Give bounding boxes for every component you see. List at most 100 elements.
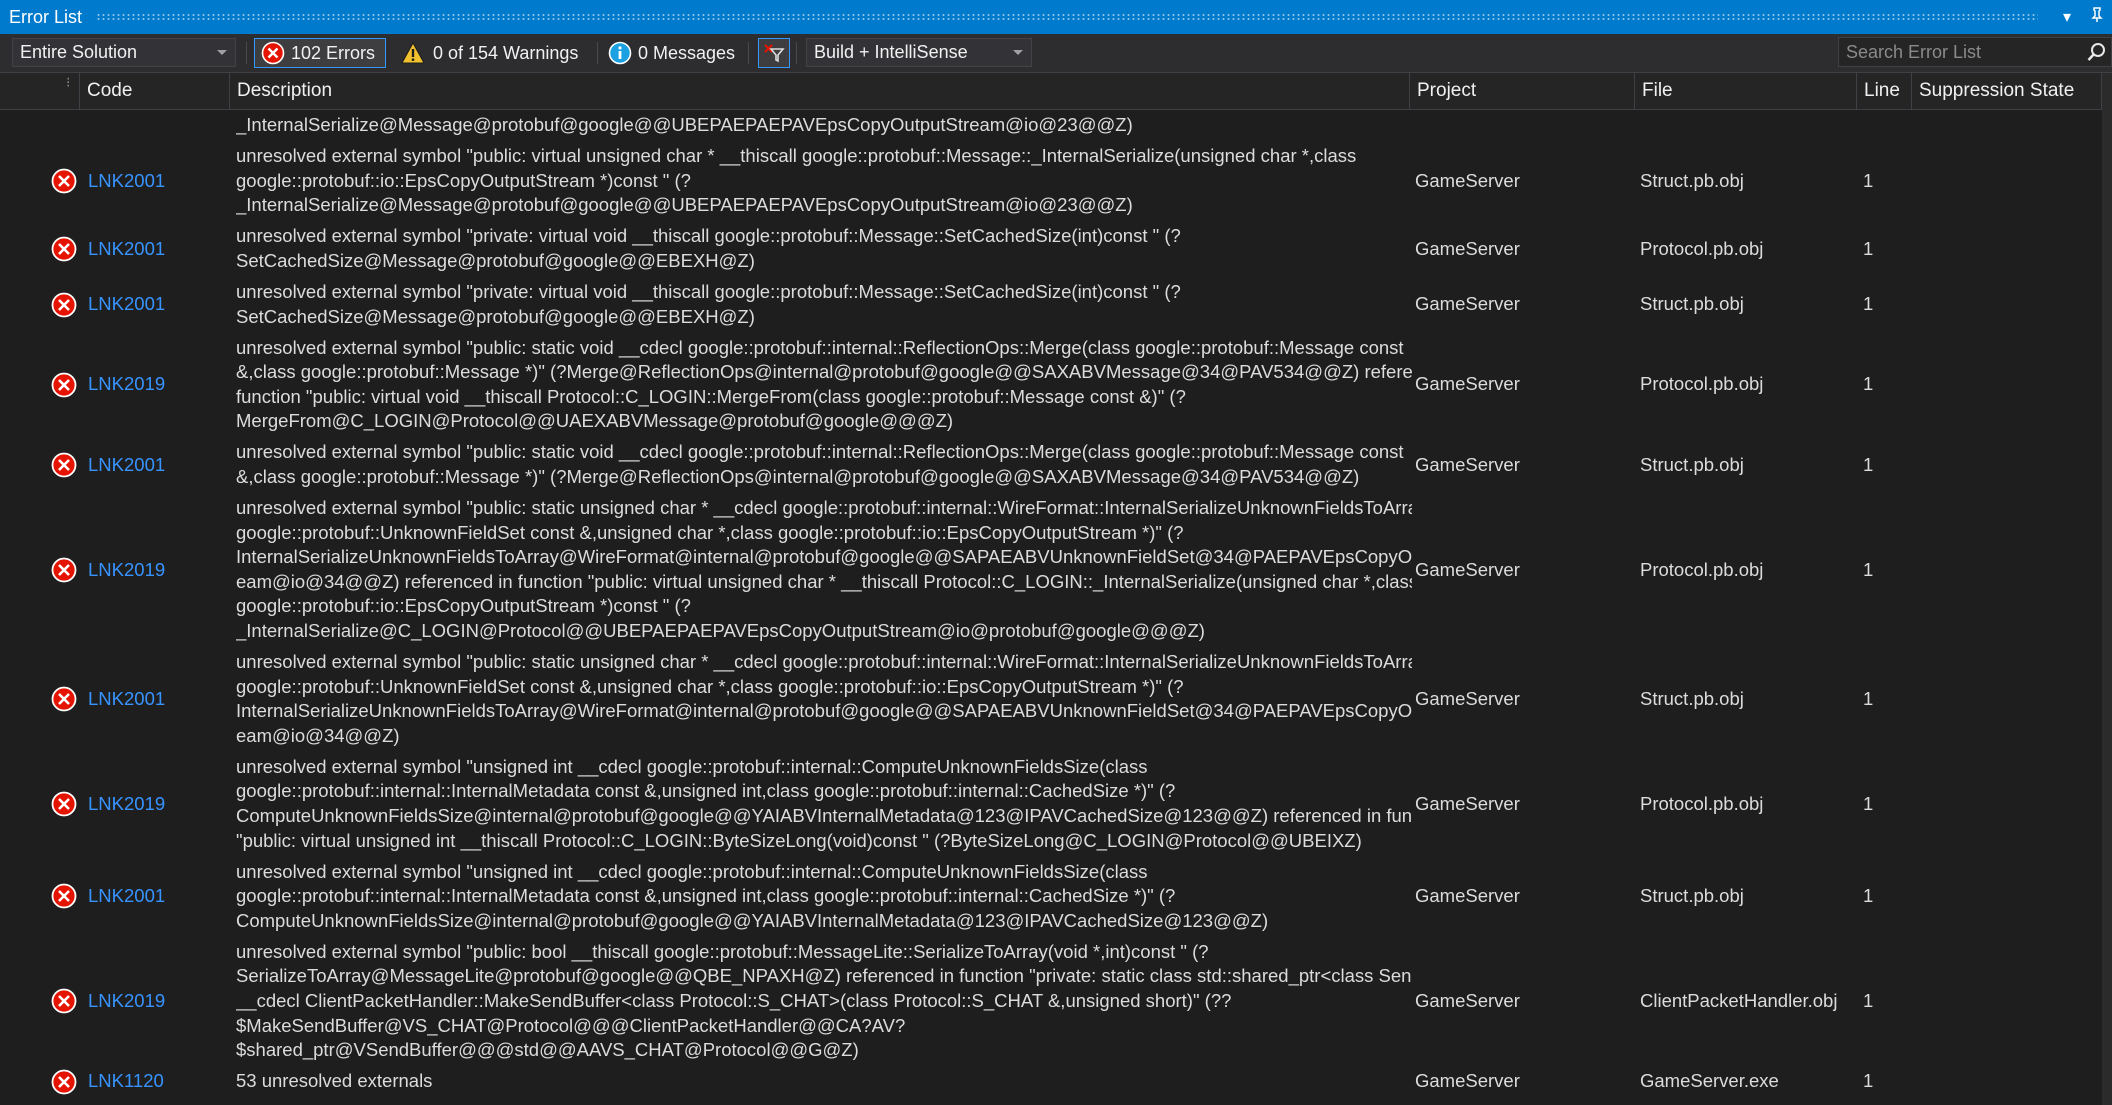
error-description: unresolved external symbol "public: stat… [236,496,1412,644]
build-filter-dropdown[interactable]: Build + IntelliSense [806,38,1032,67]
messages-count-label: 0 Messages [638,42,736,63]
description-line: __cdecl ClientPacketHandler::MakeSendBuf… [236,989,1232,1011]
messages-filter-button[interactable]: 0 Messages [608,38,738,68]
project-cell: GameServer [1415,989,1520,1011]
clear-filter-button[interactable] [758,38,790,68]
search-icon[interactable] [2087,42,2107,62]
file-cell: Struct.pb.obj [1640,169,1744,191]
project-cell: GameServer [1415,687,1520,709]
window-menu-dropdown-icon[interactable]: ▾ [2052,7,2082,27]
line-cell: 1 [1863,558,1874,580]
table-row[interactable]: LNK2001 unresolved external symbol "priva… [0,221,2112,277]
column-header-line[interactable]: Line [1857,73,1912,109]
table-row[interactable]: LNK2001 unresolved external symbol "publi… [0,647,2112,752]
description-line: unresolved external symbol "private: vir… [236,280,1181,302]
description-line: _InternalSerialize@Message@protobuf@goog… [236,194,1133,216]
error-icon [51,557,77,583]
titlebar-grip[interactable] [96,13,2038,21]
error-code-link[interactable]: LNK2019 [88,752,165,857]
table-row[interactable]: LNK2001 unresolved external symbol "priva… [0,277,2112,333]
description-line: _InternalSerialize@Message@protobuf@goog… [236,114,1133,136]
error-code-link[interactable]: LNK2001 [88,856,165,936]
error-code-link[interactable]: LNK2001 [88,437,165,493]
file-cell: Struct.pb.obj [1640,885,1744,907]
pin-icon[interactable] [2082,6,2112,28]
error-description: unresolved external symbol "private: vir… [236,224,1412,273]
line-cell: 1 [1863,453,1874,475]
error-icon [51,452,77,478]
line-cell: 1 [1863,1070,1874,1092]
table-row[interactable]: LNK2001 unresolved external symbol "publi… [0,437,2112,493]
description-line: eam@io@34@@Z) [236,724,400,746]
error-description: _InternalSerialize@Message@protobuf@goog… [236,113,1412,138]
error-description: unresolved external symbol "public: virt… [236,144,1412,218]
errors-filter-button[interactable]: 102 Errors [254,38,386,68]
error-code-link[interactable]: LNK2019 [88,937,165,1066]
description-line: google::protobuf::internal::InternalMeta… [236,885,1176,907]
table-row[interactable]: LNK2019 unresolved external symbol "publi… [0,937,2112,1066]
description-line: &,class google::protobuf::Message *)" (?… [236,465,1360,487]
description-line: SetCachedSize@Message@protobuf@google@@E… [236,249,755,271]
toolbar-separator [748,42,749,64]
toolbar-separator [796,42,797,64]
description-line: unresolved external symbol "public: bool… [236,940,1209,962]
errors-count-label: 102 Errors [291,42,376,63]
error-code-link[interactable]: LNK2001 [88,647,165,752]
error-code-link[interactable]: LNK1120 [88,1066,164,1097]
table-row[interactable]: LNK2019 unresolved external symbol "unsig… [0,752,2112,857]
column-header-project[interactable]: Project [1410,73,1635,109]
line-cell: 1 [1863,989,1874,1011]
project-cell: GameServer [1415,293,1520,315]
description-line: ComputeUnknownFieldsSize@internal@protob… [236,909,1269,931]
description-line: unresolved external symbol "unsigned int… [236,860,1148,882]
description-line: unresolved external symbol "public: stat… [236,650,1412,672]
error-code-link[interactable]: LNK2019 [88,493,165,647]
search-input[interactable] [1846,41,2086,63]
error-code-link[interactable]: LNK2019 [88,332,165,437]
column-header-severity[interactable]: ⁝ [0,73,80,109]
error-icon [51,372,77,398]
scope-dropdown-value: Entire Solution [20,42,138,62]
toolbar-separator [597,42,598,64]
table-row[interactable]: _InternalSerialize@Message@protobuf@goog… [0,110,2112,141]
error-icon [51,236,77,262]
error-code-link[interactable]: LNK2001 [88,221,165,277]
description-line: unresolved external symbol "public: stat… [236,496,1412,518]
error-description: unresolved external symbol "public: stat… [236,440,1412,489]
warning-icon [401,42,425,64]
description-line: SerializeToArray@MessageLite@protobuf@go… [236,965,1412,987]
table-row[interactable]: LNK2001 unresolved external symbol "unsig… [0,856,2112,936]
project-cell: GameServer [1415,453,1520,475]
description-line: unresolved external symbol "unsigned int… [236,755,1148,777]
warnings-filter-button[interactable]: 0 of 154 Warnings [401,38,593,68]
column-header-code[interactable]: Code [80,73,230,109]
error-code-link[interactable]: LNK2001 [88,141,165,221]
description-line: 53 unresolved externals [236,1070,433,1092]
column-header-file[interactable]: File [1635,73,1857,109]
column-header-description[interactable]: Description [230,73,1410,109]
error-icon [51,884,77,909]
description-line: unresolved external symbol "public: virt… [236,145,1357,167]
table-row[interactable]: LNK2001 unresolved external symbol "publi… [0,141,2112,221]
description-line: $MakeSendBuffer@VS_CHAT@Protocol@@@Clien… [236,1014,906,1036]
table-row[interactable]: LNK2019 unresolved external symbol "publi… [0,332,2112,437]
file-cell: Struct.pb.obj [1640,687,1744,709]
vertical-scrollbar[interactable] [2102,73,2112,1105]
search-error-list-box [1838,37,2112,67]
scope-dropdown[interactable]: Entire Solution [12,38,236,67]
file-cell: Protocol.pb.obj [1640,792,1764,814]
file-cell: Struct.pb.obj [1640,293,1744,315]
chevron-down-icon [1013,50,1023,55]
error-icon [51,292,77,317]
project-cell: GameServer [1415,792,1520,814]
table-row[interactable]: LNK1120 53 unresolved externals GameServer… [0,1066,2112,1097]
table-row[interactable]: LNK2019 unresolved external symbol "publi… [0,493,2112,647]
description-line: google::protobuf::io::EpsCopyOutputStrea… [236,595,691,617]
line-cell: 1 [1863,687,1874,709]
description-line: SetCachedSize@Message@protobuf@google@@E… [236,305,755,327]
toolbar-separator [246,42,247,64]
column-header-suppression-state[interactable]: Suppression State [1912,73,2102,109]
error-code-link[interactable]: LNK2001 [88,277,165,333]
error-description: unresolved external symbol "private: vir… [236,280,1412,329]
file-cell: Protocol.pb.obj [1640,558,1764,580]
